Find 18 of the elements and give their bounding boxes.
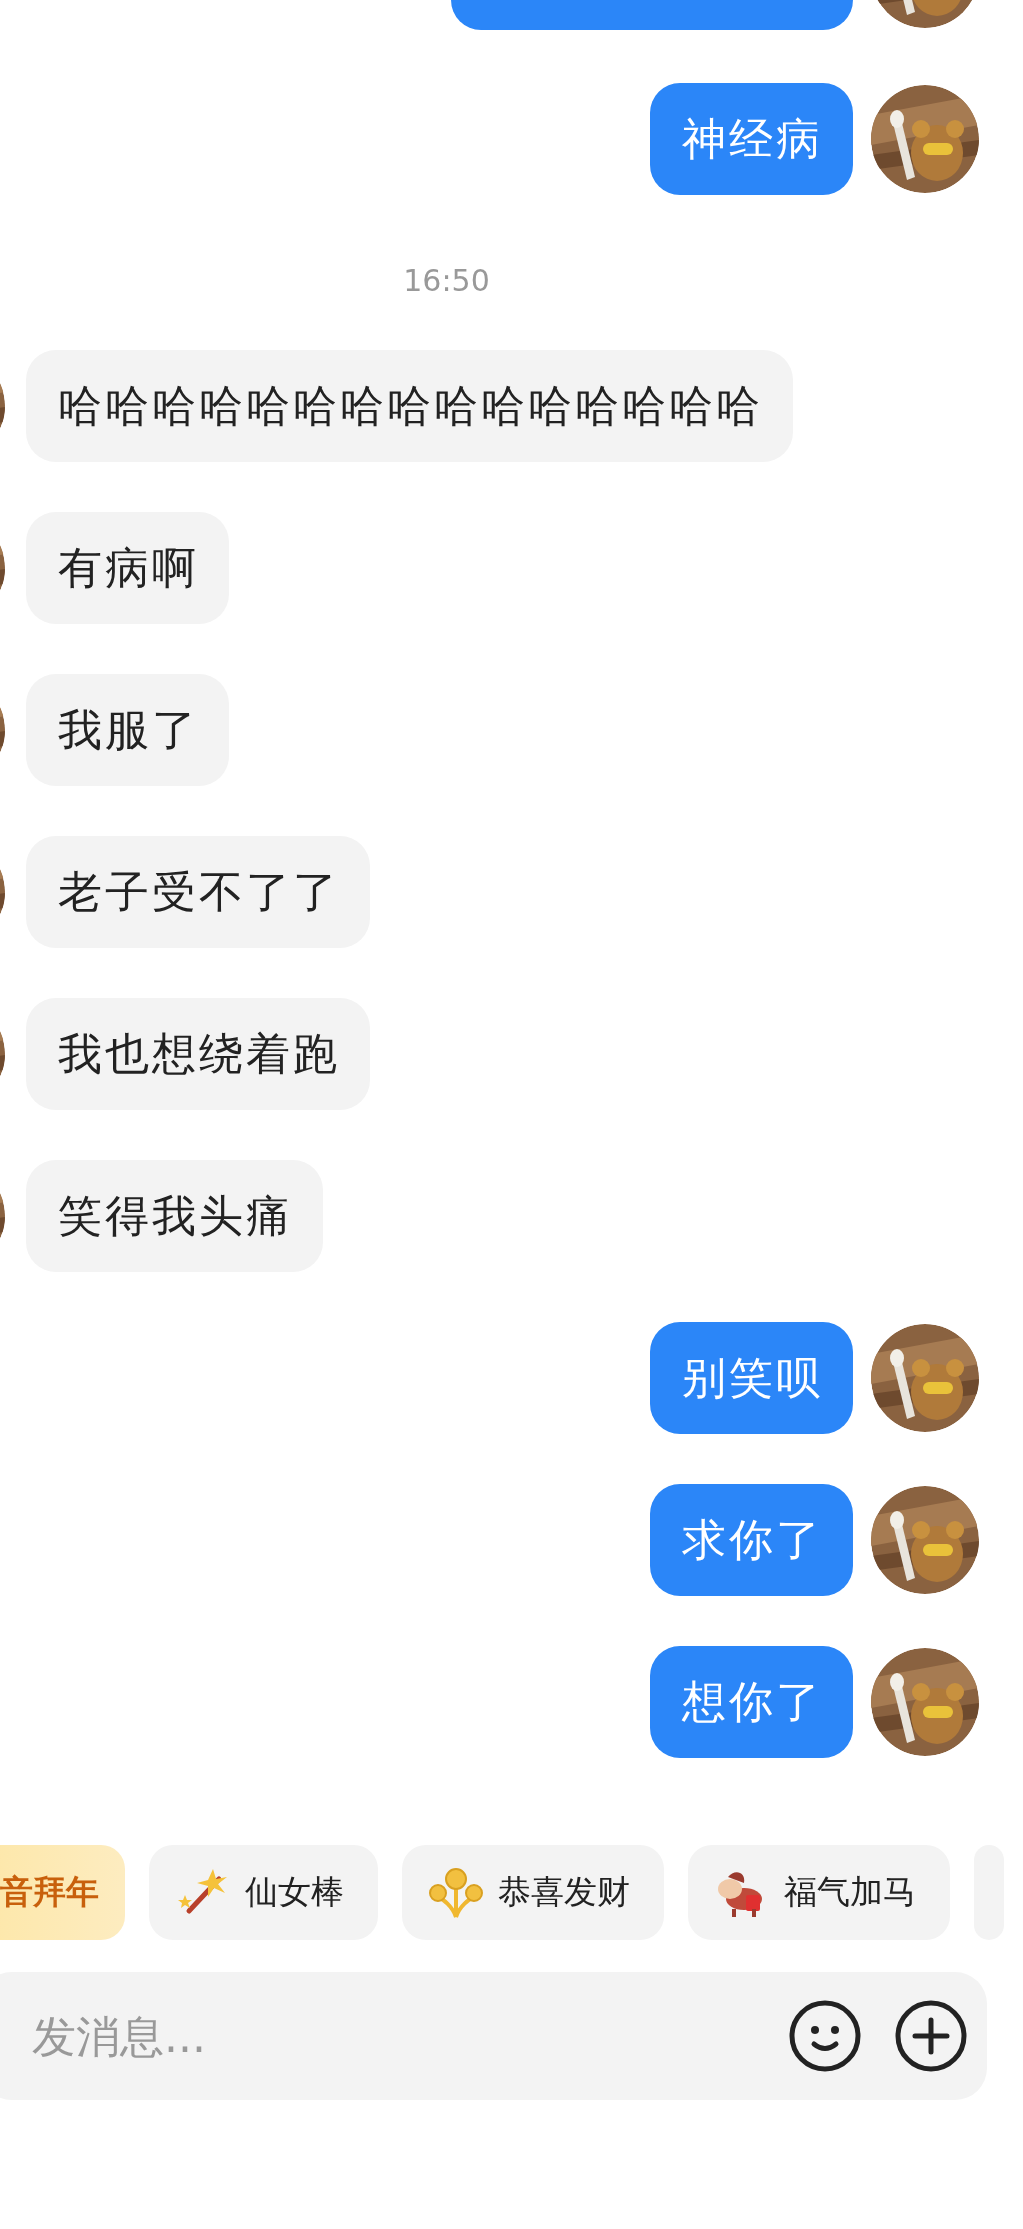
emoji-icon[interactable]: [789, 2000, 861, 2072]
message-bubble: 有病啊: [26, 512, 229, 624]
quick-reply-chip[interactable]: 福气加马: [688, 1845, 950, 1940]
message-bubble: 神经病: [650, 83, 853, 195]
message-bubble: 笑得我头痛: [26, 1160, 323, 1272]
quick-reply-chip[interactable]: 恭喜发财: [402, 1845, 664, 1940]
message-bubble: 哈哈哈哈哈哈哈哈哈哈哈哈哈哈哈: [26, 350, 793, 462]
message-input[interactable]: 发消息...: [30, 2009, 789, 2063]
message-bubble: 我服了: [26, 674, 229, 786]
input-bar[interactable]: 发消息...: [0, 1972, 987, 2100]
add-icon[interactable]: [895, 2000, 967, 2072]
message-bubble: 我也想绕着跑: [26, 998, 370, 1110]
message-bubble: 别笑呗: [650, 1322, 853, 1434]
timestamp: 16:50: [403, 263, 490, 298]
message-bubble: 老子受不了了: [26, 836, 370, 948]
message-bubble: 求你了: [650, 1484, 853, 1596]
quick-reply-chip[interactable]: 仙女棒: [149, 1845, 378, 1940]
message-bubble: 想你了: [650, 1646, 853, 1758]
